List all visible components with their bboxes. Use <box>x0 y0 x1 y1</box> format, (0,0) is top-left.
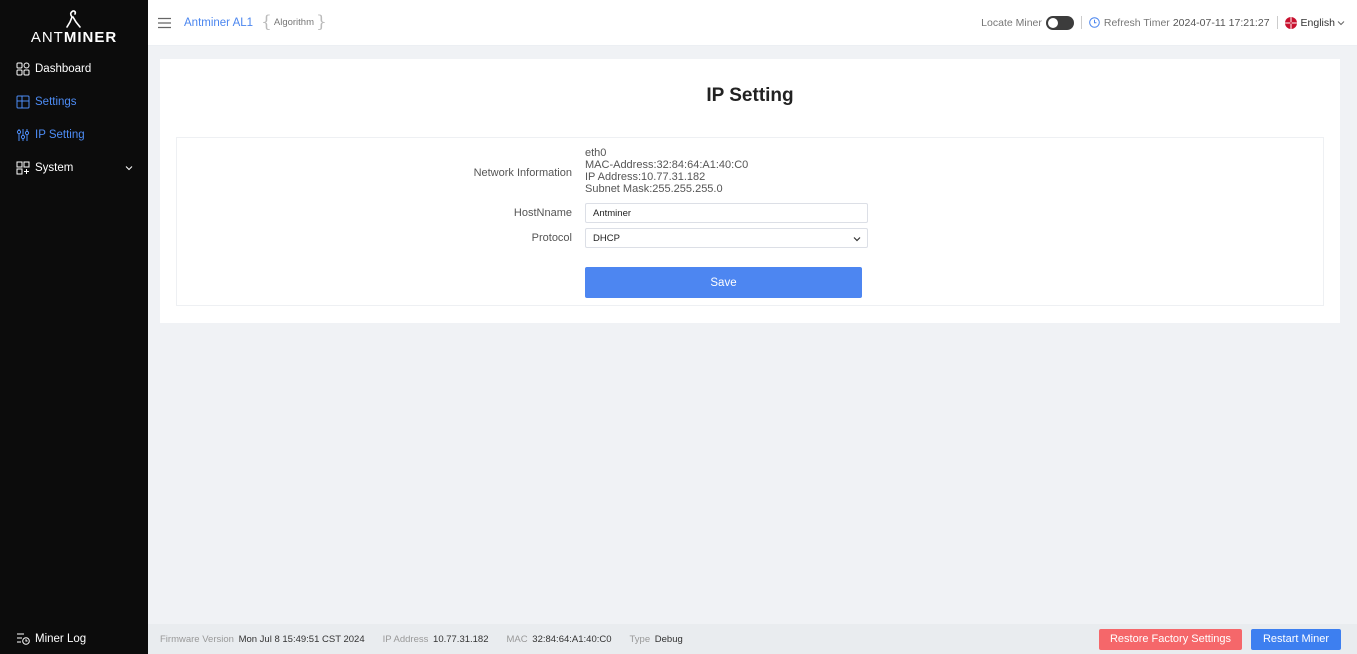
footer-mac-value: 32:84:64:A1:40:C0 <box>532 633 612 645</box>
brace-left-icon: { <box>261 12 272 32</box>
protocol-select[interactable]: DHCP <box>585 228 868 248</box>
sidebar-item-system[interactable]: System <box>0 151 148 184</box>
settings-icon <box>16 95 30 109</box>
divider <box>1276 16 1278 29</box>
dashboard-icon <box>16 62 30 76</box>
refresh-timer-value: 2024-07-11 17:21:27 <box>1172 16 1270 29</box>
chevron-down-icon <box>853 235 861 243</box>
footer-ip-address: IP Address 10.77.31.182 <box>382 633 489 645</box>
miner-log-label: Miner Log <box>35 633 87 645</box>
chevron-down-icon <box>1337 19 1345 27</box>
network-information-label: Network Information <box>473 167 572 179</box>
divider <box>1080 16 1082 29</box>
firmware-version-value: Mon Jul 8 15:49:51 CST 2024 <box>238 633 365 645</box>
mac-address: MAC-Address:32:84:64:A1:40:C0 <box>585 159 749 171</box>
restart-miner-button[interactable]: Restart Miner <box>1251 628 1341 650</box>
ip-setting-card: IP Setting Network Information eth0 MAC-… <box>160 59 1340 323</box>
hostname-value: Antminer <box>593 207 632 219</box>
sidebar-item-ip-setting[interactable]: IP Setting <box>0 118 148 151</box>
firmware-version: Firmware Version Mon Jul 8 15:49:51 CST … <box>160 633 365 645</box>
algorithm-tag: { Algorithm } <box>261 12 327 32</box>
protocol-value: DHCP <box>593 232 620 244</box>
language-selector[interactable]: English <box>1284 16 1345 29</box>
footer-type: Type Debug <box>629 633 683 645</box>
clock-icon <box>1089 17 1100 28</box>
ip-setting-form: Network Information eth0 MAC-Address:32:… <box>176 137 1324 306</box>
sidebar-item-dashboard[interactable]: Dashboard <box>0 52 148 85</box>
footer-type-value: Debug <box>654 633 683 645</box>
subnet-mask: Subnet Mask:255.255.255.0 <box>585 183 723 195</box>
logo-text: ANTMINER <box>30 29 118 46</box>
network-information-value: eth0 MAC-Address:32:84:64:A1:40:C0 IP Ad… <box>585 147 748 195</box>
sidebar-item-label: IP Setting <box>35 128 85 141</box>
sidebar-nav: Dashboard Settings IP Setting System <box>0 52 148 184</box>
language-label: English <box>1300 16 1335 29</box>
system-icon <box>16 161 30 175</box>
uk-flag-icon <box>1284 16 1297 29</box>
ip-address: IP Address:10.77.31.182 <box>585 171 706 183</box>
interface-name: eth0 <box>585 147 607 159</box>
locate-miner-label: Locate Miner <box>981 16 1042 29</box>
status-footer: Firmware Version Mon Jul 8 15:49:51 CST … <box>148 624 1357 654</box>
breadcrumb-model[interactable]: Antminer AL1 <box>184 17 253 29</box>
refresh-timer-label: Refresh Timer <box>1103 16 1170 29</box>
sidebar: ANTMINER Dashboard Settings IP Setting S… <box>0 0 148 654</box>
protocol-label: Protocol <box>531 232 572 244</box>
antminer-logo: ANTMINER <box>0 0 148 52</box>
page-title: IP Setting <box>706 85 794 106</box>
footer-ip-value: 10.77.31.182 <box>433 633 489 645</box>
header-right: Locate Miner Refresh Timer 2024-07-11 17… <box>981 15 1345 30</box>
miner-log-link[interactable]: Miner Log <box>0 624 148 654</box>
save-button[interactable]: Save <box>585 267 862 298</box>
hostname-label: HostNname <box>513 207 572 219</box>
menu-toggle-icon[interactable] <box>158 17 171 29</box>
footer-actions: Restore Factory Settings Restart Miner <box>1099 628 1341 650</box>
sidebar-item-label: Settings <box>35 95 77 108</box>
sidebar-item-settings[interactable]: Settings <box>0 85 148 118</box>
sliders-icon <box>16 128 30 142</box>
antminer-logo-icon <box>66 10 81 28</box>
locate-miner-toggle[interactable] <box>1045 15 1074 30</box>
footer-mac: MAC 32:84:64:A1:40:C0 <box>506 633 612 645</box>
sidebar-item-label: Dashboard <box>35 62 92 75</box>
chevron-down-icon <box>124 163 134 173</box>
top-header: Antminer AL1 { Algorithm } Locate Miner … <box>148 0 1357 46</box>
log-icon <box>16 632 30 646</box>
hostname-input[interactable]: Antminer <box>585 203 868 223</box>
brace-right-icon: } <box>316 12 327 32</box>
restore-factory-settings-button[interactable]: Restore Factory Settings <box>1099 628 1242 650</box>
sidebar-item-label: System <box>35 161 74 174</box>
